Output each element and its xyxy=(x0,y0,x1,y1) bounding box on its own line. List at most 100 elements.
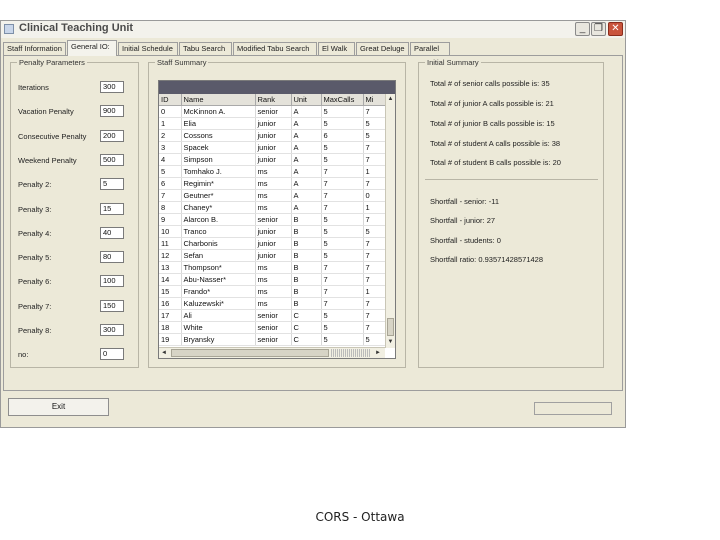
tab-tabu-search[interactable]: Tabu Search xyxy=(179,42,232,55)
minimize-button[interactable]: _ xyxy=(575,22,590,36)
table-cell: 1 xyxy=(363,285,386,298)
table-row[interactable]: 2 Cossons junior A 6 5 xyxy=(159,129,386,142)
table-cell: 5 xyxy=(321,249,364,262)
staff-summary-grid[interactable]: ID Name Rank Unit MaxCalls Mi 0 McKinnon A. sen… xyxy=(158,80,396,359)
exit-button[interactable]: Exit xyxy=(8,398,109,416)
column-header[interactable]: Name xyxy=(181,94,256,106)
tab-initial-schedule[interactable]: Initial Schedule xyxy=(118,42,178,55)
scroll-right-icon[interactable]: ► xyxy=(373,348,383,358)
column-header[interactable]: Mi xyxy=(363,94,386,106)
penalty-input[interactable]: 0 xyxy=(100,348,124,360)
tab-el-walk[interactable]: El Walk xyxy=(318,42,355,55)
table-cell: 7 xyxy=(363,105,386,118)
column-header[interactable]: ID xyxy=(159,94,182,106)
table-row[interactable]: 12 Sefan junior B 5 7 xyxy=(159,249,386,262)
table-cell: Tranco xyxy=(181,225,256,238)
table-row[interactable]: 17 Ali senior C 5 7 xyxy=(159,309,386,322)
penalty-label: Weekend Penalty xyxy=(18,156,77,165)
shortfall-line: Shortfall - students: 0 xyxy=(430,236,501,245)
column-header[interactable]: Unit xyxy=(291,94,322,106)
scroll-left-icon[interactable]: ◄ xyxy=(159,348,169,358)
penalty-input[interactable]: 300 xyxy=(100,324,124,336)
tab-modified-tabu-search[interactable]: Modified Tabu Search xyxy=(233,42,317,55)
table-cell: Elia xyxy=(181,117,256,130)
table-row[interactable]: 11 Charbonis junior B 5 7 xyxy=(159,237,386,250)
table-cell: 5 xyxy=(321,153,364,166)
shortfall-line: Shortfall - junior: 27 xyxy=(430,216,496,225)
table-row[interactable]: 8 Chaney* ms A 7 1 xyxy=(159,201,386,214)
table-cell: B xyxy=(291,237,322,250)
table-cell: Geutner* xyxy=(181,189,256,202)
tab-great-deluge[interactable]: Great Deluge xyxy=(356,42,409,55)
table-row[interactable]: 7 Geutner* ms A 7 0 xyxy=(159,189,386,202)
table-row[interactable]: 15 Frando* ms B 7 1 xyxy=(159,285,386,298)
table-cell: 8 xyxy=(159,201,182,214)
table-row[interactable]: 9 Alarcon B. senior B 5 7 xyxy=(159,213,386,226)
horizontal-scroll-thumb[interactable] xyxy=(171,349,329,357)
table-cell: junior xyxy=(255,237,292,250)
table-cell: 5 xyxy=(321,333,364,346)
penalty-input[interactable]: 40 xyxy=(100,227,124,239)
title-bar[interactable]: Clinical Teaching Unit _ ❐ ✕ xyxy=(1,21,625,38)
table-cell: 7 xyxy=(363,261,386,274)
scroll-up-icon[interactable]: ▲ xyxy=(386,94,395,104)
table-cell: 0 xyxy=(363,189,386,202)
table-cell: senior xyxy=(255,309,292,322)
table-cell: 2 xyxy=(159,129,182,142)
penalty-input[interactable]: 900 xyxy=(100,105,124,117)
table-cell: B xyxy=(291,261,322,274)
table-cell: 7 xyxy=(321,189,364,202)
penalty-input[interactable]: 5 xyxy=(100,178,124,190)
column-header[interactable]: Rank xyxy=(255,94,292,106)
table-row[interactable]: 10 Tranco junior B 5 5 xyxy=(159,225,386,238)
scroll-down-icon[interactable]: ▼ xyxy=(386,337,395,347)
table-cell: Simpson xyxy=(181,153,256,166)
maximize-button[interactable]: ❐ xyxy=(591,22,606,36)
tab-general-io[interactable]: General IO: xyxy=(67,40,117,56)
penalty-input[interactable]: 500 xyxy=(100,154,124,166)
table-row[interactable]: 18 White senior C 5 7 xyxy=(159,321,386,334)
table-cell: 15 xyxy=(159,285,182,298)
table-cell: Regimin* xyxy=(181,177,256,190)
table-cell: B xyxy=(291,285,322,298)
table-row[interactable]: 19 Bryansky senior C 5 5 xyxy=(159,333,386,346)
column-header[interactable]: MaxCalls xyxy=(321,94,364,106)
penalty-label: Penalty 8: xyxy=(18,326,52,335)
table-cell: junior xyxy=(255,153,292,166)
table-cell: senior xyxy=(255,213,292,226)
penalty-input[interactable]: 80 xyxy=(100,251,124,263)
table-row[interactable]: 5 Tomhako J. ms A 7 1 xyxy=(159,165,386,178)
table-row[interactable]: 0 McKinnon A. senior A 5 7 xyxy=(159,105,386,118)
penalty-input[interactable]: 200 xyxy=(100,130,124,142)
penalty-input[interactable]: 15 xyxy=(100,203,124,215)
table-cell: 7 xyxy=(321,201,364,214)
table-cell: 13 xyxy=(159,261,182,274)
close-button[interactable]: ✕ xyxy=(608,22,623,36)
table-cell: 5 xyxy=(363,129,386,142)
table-row[interactable]: 16 Kaluzewski* ms B 7 7 xyxy=(159,297,386,310)
shortfall-line: Shortfall ratio: 0.93571428571428 xyxy=(430,255,544,264)
penalty-input[interactable]: 100 xyxy=(100,275,124,287)
table-cell: A xyxy=(291,201,322,214)
table-row[interactable]: 6 Regimin* ms A 7 7 xyxy=(159,177,386,190)
grid-vertical-scrollbar[interactable]: ▲ ▼ xyxy=(385,94,395,348)
staff-summary-legend: Staff Summary xyxy=(157,58,207,67)
table-row[interactable]: 1 Elia junior A 5 5 xyxy=(159,117,386,130)
table-cell: 5 xyxy=(363,333,386,346)
table-cell: 19 xyxy=(159,333,182,346)
table-cell: 4 xyxy=(159,153,182,166)
table-row[interactable]: 3 Spacek junior A 5 7 xyxy=(159,141,386,154)
table-row[interactable]: 14 Abu-Nasser* ms B 7 7 xyxy=(159,273,386,286)
table-cell: A xyxy=(291,189,322,202)
penalty-input[interactable]: 300 xyxy=(100,81,124,93)
grid-horizontal-scrollbar[interactable]: ◄ ► xyxy=(159,347,385,358)
tab-staff-information[interactable]: Staff Information xyxy=(3,42,66,55)
table-cell: Spacek xyxy=(181,141,256,154)
penalty-input[interactable]: 150 xyxy=(100,300,124,312)
table-cell: Charbonis xyxy=(181,237,256,250)
table-row[interactable]: 4 Simpson junior A 5 7 xyxy=(159,153,386,166)
vertical-scroll-thumb[interactable] xyxy=(387,318,394,336)
table-row[interactable]: 13 Thompson* ms B 7 7 xyxy=(159,261,386,274)
tab-parallel[interactable]: Parallel xyxy=(410,42,450,55)
table-cell: Chaney* xyxy=(181,201,256,214)
